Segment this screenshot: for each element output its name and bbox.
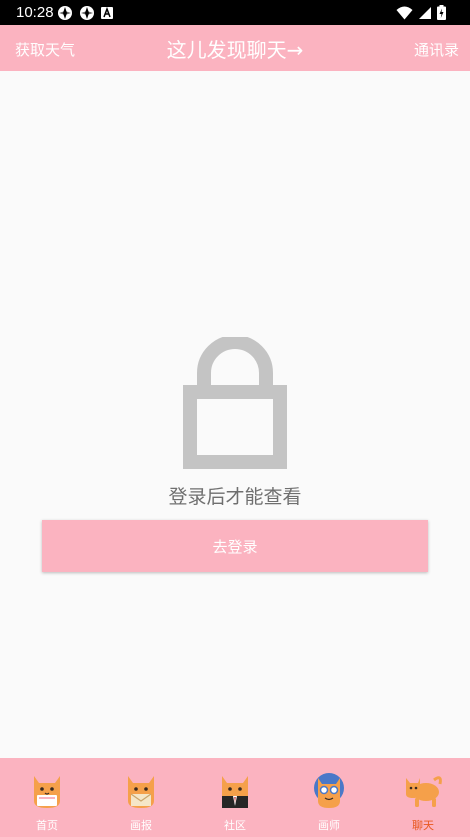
contacts-button[interactable]: 通讯录 — [414, 39, 459, 60]
cat-letter-icon — [34, 776, 60, 808]
page-title[interactable]: 这儿发现聊天→ — [0, 34, 470, 63]
tab-community[interactable]: 社区 — [188, 758, 282, 837]
cat-envelope-icon — [128, 776, 154, 808]
wifi-icon — [396, 6, 413, 19]
tab-label: 社区 — [224, 819, 246, 832]
tab-pictorial[interactable]: 画报 — [94, 758, 188, 837]
app-badge-icon — [101, 7, 113, 19]
tab-chat[interactable]: 聊天 — [376, 758, 470, 837]
tab-artist[interactable]: 画师 — [282, 758, 376, 837]
go-login-button[interactable]: 去登录 — [42, 520, 428, 572]
tab-label: 画报 — [130, 819, 152, 832]
status-bar: 10:28 — [0, 0, 470, 25]
system-icons — [396, 5, 446, 20]
lock-icon — [183, 337, 287, 469]
signal-icon — [419, 6, 431, 19]
tab-home[interactable]: 首页 — [0, 758, 94, 837]
notification-icons — [57, 5, 113, 21]
app-header: 获取天气 这儿发现聊天→ 通讯录 — [0, 25, 470, 71]
tab-label: 画师 — [318, 819, 340, 832]
aperture-icon — [58, 6, 72, 20]
cat-walking-icon — [406, 776, 442, 807]
status-time: 10:28 — [16, 4, 54, 21]
login-required-message: 登录后才能查看 — [168, 486, 302, 508]
cat-goggles-icon — [314, 773, 344, 808]
tab-label: 聊天 — [412, 819, 434, 832]
tab-label: 首页 — [36, 819, 58, 832]
aperture-icon — [80, 6, 94, 20]
battery-icon — [437, 5, 446, 20]
cat-suit-icon — [222, 776, 248, 808]
bottom-tab-bar: 首页 画报 社区 画师 聊天 — [0, 758, 470, 837]
